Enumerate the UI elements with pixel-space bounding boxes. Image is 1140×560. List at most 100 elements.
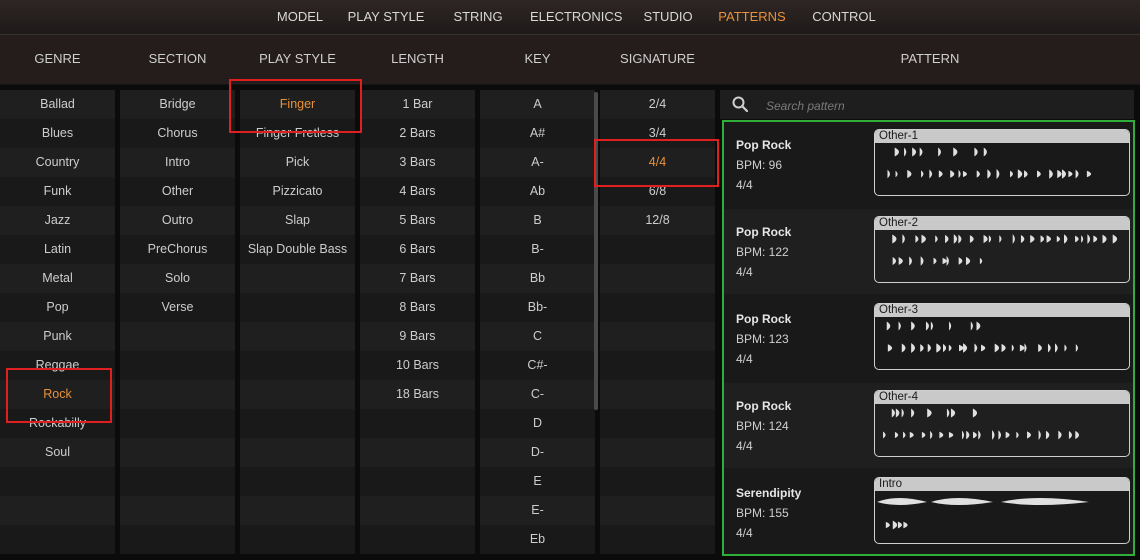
length-item[interactable]: 5 Bars [360,206,475,235]
section-item[interactable]: Verse [120,293,235,322]
play-style-item[interactable]: Pick [240,148,355,177]
pattern-item[interactable]: Pop Rock BPM: 123 4/4 Other-3 [724,296,1133,381]
section-item [120,380,235,409]
note-mark [1068,430,1072,440]
note-mark [898,257,903,265]
key-item[interactable]: A- [480,148,595,177]
pattern-preview[interactable]: Other-4 [874,390,1130,457]
note-mark [929,169,933,179]
section-item[interactable]: Outro [120,206,235,235]
header-play-style[interactable]: PLAY STYLE [240,35,355,84]
key-scrollbar[interactable] [594,92,598,410]
signature-item[interactable]: 12/8 [600,206,715,235]
section-list: Bridge Chorus Intro Other Outro PreChorus Solo… [120,90,235,554]
header-length[interactable]: LENGTH [360,35,475,84]
play-style-item[interactable]: Pizzicato [240,177,355,206]
key-item[interactable]: D- [480,438,595,467]
genre-item[interactable]: Reggae [0,351,115,380]
genre-item[interactable]: Latin [0,235,115,264]
play-style-item[interactable]: Finger Fretless [240,119,355,148]
pattern-preview[interactable]: Intro [874,477,1130,544]
note-mark [949,321,952,331]
length-item[interactable]: 9 Bars [360,322,475,351]
tab-play-style[interactable]: PLAY STYLE [346,0,426,34]
length-item[interactable]: 1 Bar [360,90,475,119]
signature-item[interactable]: 2/4 [600,90,715,119]
length-item[interactable]: 7 Bars [360,264,475,293]
key-item[interactable]: Bb [480,264,595,293]
header-signature[interactable]: SIGNATURE [600,35,715,84]
key-item[interactable]: C- [480,380,595,409]
pattern-preview[interactable]: Other-2 [874,216,1130,283]
note-mark [927,408,932,418]
search-input[interactable] [764,94,1128,117]
key-item[interactable]: E- [480,496,595,525]
note-mark [921,431,926,439]
length-item[interactable]: 18 Bars [360,380,475,409]
section-item[interactable]: Solo [120,264,235,293]
header-section[interactable]: SECTION [120,35,235,84]
length-item[interactable]: 8 Bars [360,293,475,322]
key-item[interactable]: C [480,322,595,351]
tab-string[interactable]: STRING [449,0,507,34]
tab-control[interactable]: CONTROL [810,0,878,34]
tab-patterns[interactable]: PATTERNS [716,0,788,34]
genre-item[interactable]: Rock [0,380,115,409]
key-scrollbar-thumb[interactable] [594,92,598,410]
genre-item[interactable]: Country [0,148,115,177]
genre-item[interactable]: Metal [0,264,115,293]
length-item[interactable]: 2 Bars [360,119,475,148]
play-style-item[interactable]: Slap Double Bass [240,235,355,264]
key-item[interactable]: B- [480,235,595,264]
tab-model[interactable]: MODEL [268,0,332,34]
key-item[interactable]: E [480,467,595,496]
key-item[interactable]: B [480,206,595,235]
pattern-item[interactable]: Pop Rock BPM: 124 4/4 Other-4 [724,383,1133,468]
length-item[interactable]: 6 Bars [360,235,475,264]
note-mark [1030,235,1035,243]
key-item[interactable]: C#- [480,351,595,380]
genre-item[interactable]: Funk [0,177,115,206]
header-key[interactable]: KEY [480,35,595,84]
tab-electronics[interactable]: ELECTRONICS [530,0,622,34]
pattern-item[interactable]: Pop Rock BPM: 96 4/4 Other-1 [724,122,1133,207]
play-style-item[interactable]: Finger [240,90,355,119]
genre-item[interactable]: Ballad [0,90,115,119]
header-genre[interactable]: GENRE [0,35,115,84]
section-item[interactable]: PreChorus [120,235,235,264]
signature-item[interactable]: 6/8 [600,177,715,206]
key-item[interactable]: A [480,90,595,119]
pattern-preview[interactable]: Other-3 [874,303,1130,370]
genre-item[interactable]: Rockabilly [0,409,115,438]
section-item[interactable]: Chorus [120,119,235,148]
tab-studio[interactable]: STUDIO [640,0,696,34]
note-mark [983,147,987,157]
section-item[interactable]: Other [120,177,235,206]
genre-item[interactable]: Punk [0,322,115,351]
play-style-item[interactable]: Slap [240,206,355,235]
note-mark [958,169,961,179]
key-item[interactable]: D [480,409,595,438]
pattern-item[interactable]: Pop Rock BPM: 122 4/4 Other-2 [724,209,1133,294]
genre-item[interactable]: Blues [0,119,115,148]
length-item[interactable]: 10 Bars [360,351,475,380]
genre-list: Ballad Blues Country Funk Jazz Latin Metal Pop P… [0,90,115,554]
section-item[interactable]: Bridge [120,90,235,119]
section-item[interactable]: Intro [120,148,235,177]
genre-item [0,525,115,554]
signature-item[interactable]: 4/4 [600,148,715,177]
key-item[interactable]: Ab [480,177,595,206]
signature-item[interactable]: 3/4 [600,119,715,148]
genre-item[interactable]: Jazz [0,206,115,235]
key-item[interactable]: A# [480,119,595,148]
pattern-item[interactable]: Serendipity BPM: 155 4/4 Intro [724,470,1133,554]
length-item[interactable]: 3 Bars [360,148,475,177]
key-item[interactable]: Eb [480,525,595,554]
search-icon[interactable] [732,96,748,112]
length-item[interactable]: 4 Bars [360,177,475,206]
genre-item[interactable]: Soul [0,438,115,467]
length-list: 1 Bar 2 Bars 3 Bars 4 Bars 5 Bars 6 Bars 7 Bar… [360,90,475,554]
genre-item[interactable]: Pop [0,293,115,322]
pattern-preview[interactable]: Other-1 [874,129,1130,196]
key-item[interactable]: Bb- [480,293,595,322]
